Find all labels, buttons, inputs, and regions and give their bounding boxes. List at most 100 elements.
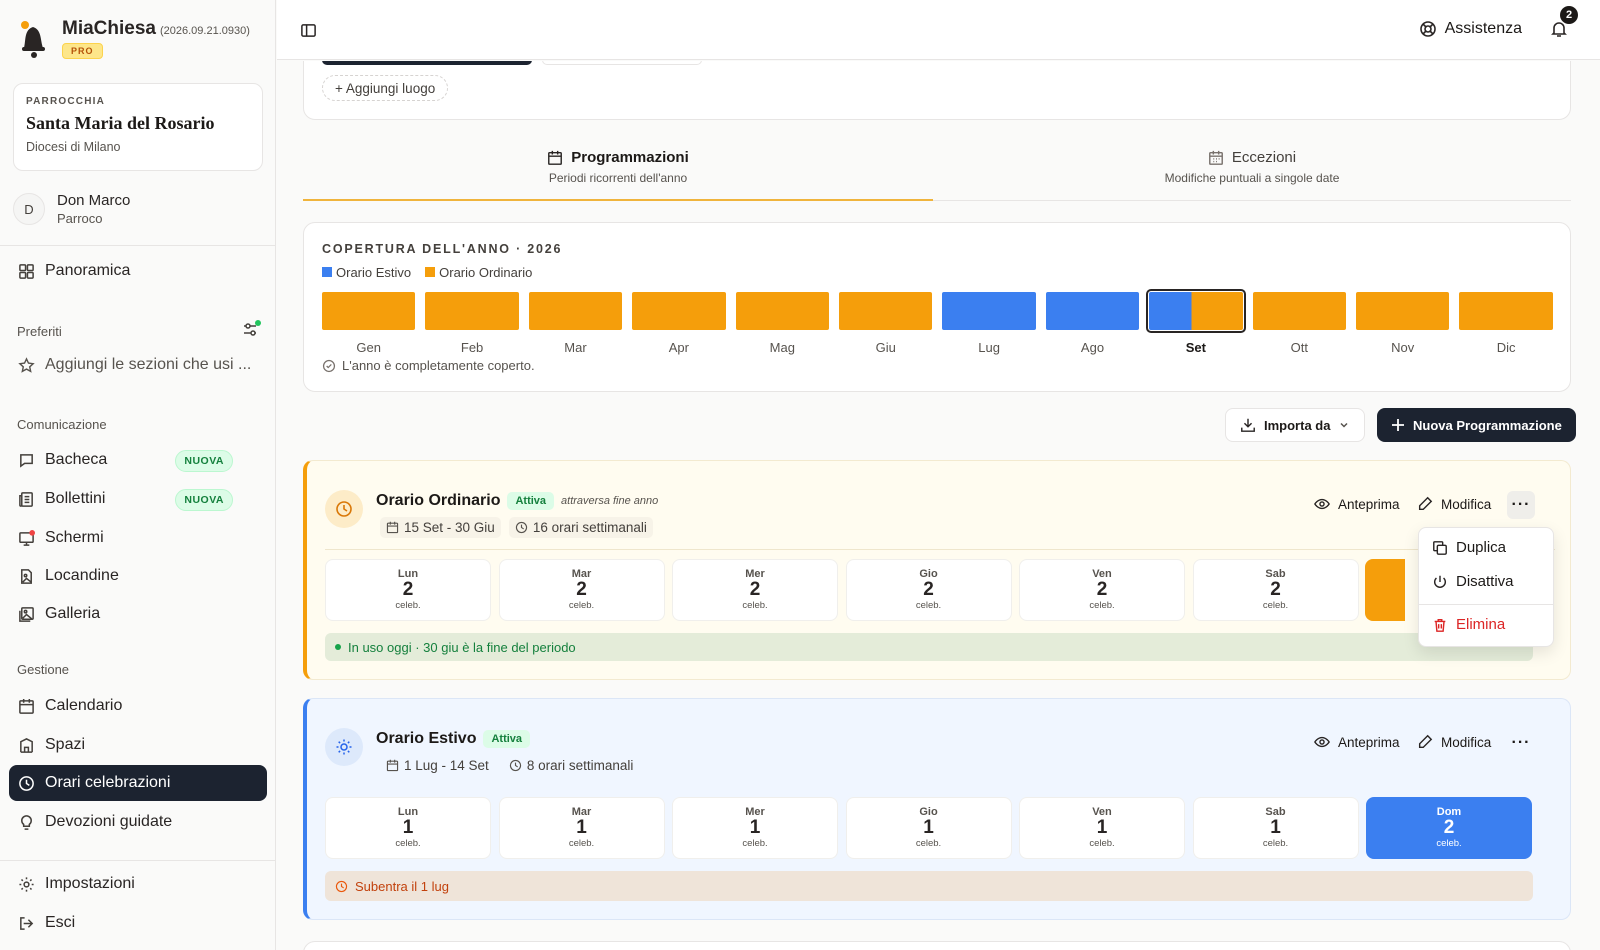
day-box-mar: Mar 2 celeb.: [498, 559, 665, 621]
month-bar-feb[interactable]: [425, 292, 519, 330]
takeover-banner: Subentra il 1 lug: [325, 871, 1533, 901]
calendar-icon: [386, 759, 399, 772]
month-coverage-strip: Gen Feb Mar Apr Mag Giu Lug Ago Set Ott Nov Dic: [322, 289, 1558, 362]
place-chip[interactable]: [542, 61, 702, 65]
day-count: 2: [749, 579, 761, 600]
month-label: Apr: [668, 340, 689, 355]
month-label: Mar: [564, 340, 587, 355]
period-chip: 15 Set - 30 Giu: [380, 517, 501, 538]
nav-label: Esci: [45, 914, 76, 931]
month-bar-gen[interactable]: [322, 292, 416, 330]
status-badge: Attiva: [483, 730, 531, 748]
day-unit: celeb.: [395, 600, 421, 611]
new-badge: NUOVA: [175, 450, 233, 472]
edit-button[interactable]: Modifica: [1417, 496, 1491, 512]
month-bar-ago[interactable]: [1045, 292, 1140, 330]
preview-button[interactable]: Anteprima: [1314, 734, 1400, 750]
day-box-mer: Mer 1 celeb.: [672, 797, 838, 859]
delete-menu-item[interactable]: Elimina: [1432, 616, 1505, 633]
nav-label: Calendario: [45, 697, 123, 714]
day-unit: celeb.: [1436, 838, 1462, 849]
nav-spazi[interactable]: Spazi: [9, 727, 267, 763]
divider: [0, 860, 276, 861]
more-menu-button[interactable]: ···: [1507, 491, 1535, 519]
nav-calendario[interactable]: Calendario: [9, 688, 267, 724]
month-bar-nov[interactable]: [1356, 292, 1450, 330]
place-chip-selected[interactable]: [322, 61, 532, 65]
status-text: L'anno è completamente coperto.: [342, 358, 535, 373]
nav-orari-celebrazioni[interactable]: Orari celebrazioni: [9, 765, 267, 801]
status-badge: Attiva: [507, 492, 555, 510]
add-place-button[interactable]: + Aggiungi luogo: [322, 75, 449, 101]
month-bar-mag[interactable]: [735, 292, 829, 330]
nav-overview[interactable]: Panoramica: [9, 253, 267, 289]
sidebar-toggle-icon[interactable]: [300, 22, 317, 39]
day-box-lun: Lun 2 celeb.: [325, 559, 491, 621]
check-circle-icon: [322, 359, 336, 372]
month-bar-apr[interactable]: [632, 292, 726, 330]
more-menu-button[interactable]: ···: [1507, 729, 1535, 757]
day-unit: celeb.: [1262, 600, 1289, 611]
pro-badge: PRO: [62, 43, 103, 59]
day-unit: celeb.: [568, 838, 595, 849]
edit-label: Modifica: [1441, 496, 1492, 512]
day-count: 2: [1270, 579, 1281, 600]
month-bar-lug[interactable]: [942, 292, 1036, 330]
coverage-title: COPERTURA DELL'ANNO · 2026: [322, 242, 563, 256]
notifications-button[interactable]: 2: [1550, 6, 1578, 40]
parish-card[interactable]: PARROCCHIA Santa Maria del Rosario Dioce…: [13, 83, 263, 171]
day-count: 1: [576, 817, 587, 838]
nav-impostazioni[interactable]: Impostazioni: [9, 866, 267, 902]
month-bar-mar[interactable]: [528, 292, 623, 330]
nav-galleria[interactable]: Galleria: [9, 596, 267, 632]
period-text: 15 Set - 30 Giu: [404, 520, 495, 535]
coverage-legend: Orario Estivo Orario Ordinario: [322, 265, 532, 280]
month-label: Giu: [875, 340, 896, 355]
nav-label: Bollettini: [45, 490, 106, 507]
sun-clock-icon-wrap: [325, 490, 363, 528]
file-image-icon: [21, 568, 32, 584]
nav-label: Schermi: [45, 529, 104, 546]
nav-bacheca[interactable]: Bacheca NUOVA: [9, 442, 267, 478]
legend-summer: Orario Estivo: [322, 265, 411, 280]
day-count: 1: [402, 817, 414, 838]
help-button[interactable]: Assistenza: [1419, 20, 1522, 38]
nav-label: Bacheca: [45, 451, 108, 468]
month-bar-giu[interactable]: [839, 292, 933, 330]
disable-menu-item[interactable]: Disattiva: [1432, 573, 1514, 590]
brand[interactable]: MiaChiesa (2026.09.21.0930) PRO: [16, 18, 250, 60]
schedule-card-ordinary: Orario Ordinario Attiva attraversa fine …: [303, 460, 1571, 680]
month-label: Set: [1185, 340, 1206, 355]
nav-label: Aggiungi le sezioni che usi ...: [45, 356, 252, 373]
favorites-hint[interactable]: Aggiungi le sezioni che usi ...: [9, 347, 267, 383]
day-count: 1: [749, 817, 761, 838]
new-schedule-button[interactable]: Nuova Programmazione: [1377, 408, 1576, 442]
schedule-actions-menu: Duplica Disattiva Elimina: [1418, 527, 1554, 647]
nav-esci[interactable]: Esci: [9, 905, 267, 941]
pencil-icon: [1418, 496, 1433, 511]
schedule-card-partial: [303, 941, 1571, 950]
sliders-icon[interactable]: [242, 320, 262, 338]
day-box-gio: Gio 2 celeb.: [845, 559, 1012, 621]
divider: [325, 549, 1555, 550]
nav-locandine[interactable]: Locandine: [9, 558, 267, 594]
nav-devozioni[interactable]: Devozioni guidate: [9, 804, 267, 840]
preview-button[interactable]: Anteprima: [1314, 496, 1400, 512]
tab-programmazioni[interactable]: Programmazioni Periodi ricorrenti dell'a…: [303, 141, 933, 201]
clock-icon: [19, 775, 34, 791]
month-bar-dic[interactable]: [1459, 292, 1553, 330]
nav-schermi[interactable]: Schermi: [9, 520, 267, 556]
month-bar-ott[interactable]: [1252, 292, 1346, 330]
month-label: Dic: [1496, 340, 1516, 355]
user-profile[interactable]: D Don Marco Parroco: [13, 192, 130, 226]
import-button[interactable]: Importa da: [1225, 408, 1366, 442]
tab-subtitle: Periodi ricorrenti dell'anno: [548, 171, 688, 185]
duplicate-menu-item[interactable]: Duplica: [1432, 539, 1506, 556]
clock-icon: [509, 759, 521, 772]
nav-bollettini[interactable]: Bollettini NUOVA: [9, 481, 267, 517]
parish-name: Santa Maria del Rosario: [26, 113, 215, 133]
month-bar-set[interactable]: [1146, 289, 1246, 333]
day-unit: celeb.: [915, 838, 942, 849]
edit-button[interactable]: Modifica: [1417, 734, 1491, 750]
tab-eccezioni[interactable]: Eccezioni Modifiche puntuali a singole d…: [933, 141, 1571, 201]
